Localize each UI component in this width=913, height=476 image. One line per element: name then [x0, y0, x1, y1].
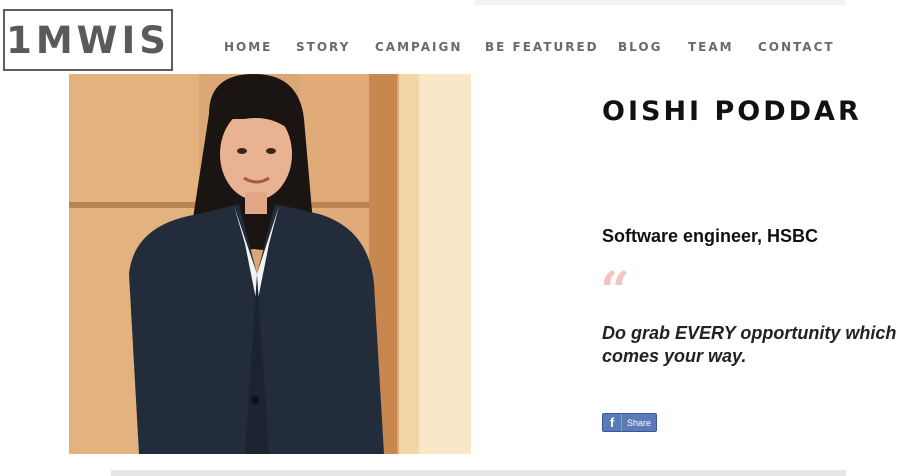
- nav-contact[interactable]: CONTACT: [758, 40, 835, 54]
- site-logo[interactable]: 1MWIS: [3, 9, 173, 71]
- facebook-share-button[interactable]: f Share: [602, 413, 657, 432]
- facebook-icon: f: [603, 414, 622, 431]
- profile-name: OISHI PODDAR: [602, 96, 862, 127]
- nav-home[interactable]: HOME: [224, 40, 272, 54]
- profile-quote: Do grab EVERY opportunity which comes yo…: [602, 323, 897, 366]
- nav-team[interactable]: TEAM: [688, 40, 734, 54]
- bottom-divider: [111, 470, 846, 476]
- profile-role: Software engineer, HSBC: [602, 226, 819, 246]
- top-divider: [475, 0, 845, 5]
- share-label: Share: [627, 417, 652, 428]
- profile-photo: [69, 74, 471, 454]
- nav-campaign[interactable]: CAMPAIGN: [375, 40, 462, 54]
- nav-be-featured[interactable]: BE FEATURED: [485, 40, 599, 54]
- nav-blog[interactable]: BLOG: [618, 40, 662, 54]
- quote-mark-icon: “: [600, 261, 630, 322]
- nav-story[interactable]: STORY: [296, 40, 350, 54]
